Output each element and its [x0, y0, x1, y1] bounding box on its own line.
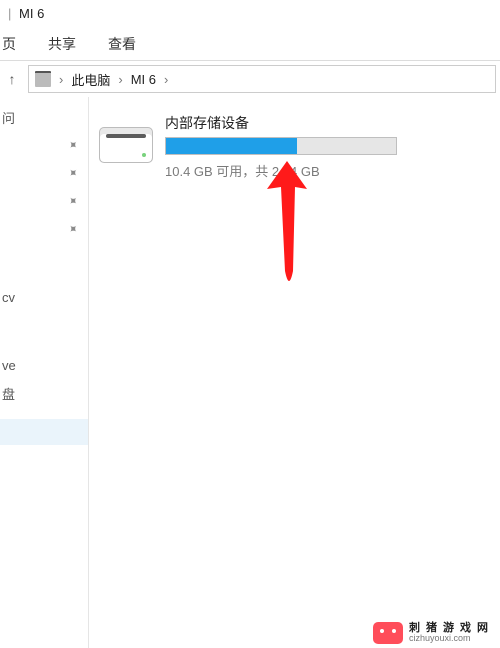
drive-icon [99, 127, 153, 163]
watermark-text: 刺猪游戏网 cizhuyouxi.com [409, 622, 494, 644]
drive-subtitle: 10.4 GB 可用，共 24.4 GB [165, 161, 397, 180]
drive-info: 内部存储设备 10.4 GB 可用，共 24.4 GB [165, 113, 397, 180]
chevron-right-icon: › [57, 72, 65, 87]
body: 问 ✦ ✦ ✦ ✦ cv ve 盘 内部存储设备 10.4 GB 可用，共 24… [0, 97, 500, 648]
sidebar-item[interactable]: ✦ [0, 159, 88, 187]
pin-icon: ✦ [64, 220, 81, 237]
ribbon-tab-view[interactable]: 查看 [106, 30, 138, 58]
content-pane: 内部存储设备 10.4 GB 可用，共 24.4 GB [89, 97, 500, 648]
annotation-arrow [267, 161, 307, 291]
breadcrumb-this-pc[interactable]: 此电脑 [71, 70, 110, 89]
sidebar-item[interactable]: ✦ [0, 131, 88, 159]
device-icon [35, 71, 51, 87]
sidebar-item[interactable]: ✦ [0, 215, 88, 243]
sidebar-item[interactable]: cv [0, 283, 88, 311]
title-separator: | [4, 6, 15, 21]
sidebar-item-label: ve [2, 358, 16, 373]
sidebar-item[interactable]: ✦ [0, 187, 88, 215]
watermark-logo-icon [373, 622, 403, 644]
drive-usage-bar [165, 137, 397, 155]
pin-icon: ✦ [64, 136, 81, 153]
sidebar-item-label: 问 [2, 108, 15, 127]
chevron-right-icon: › [162, 72, 170, 87]
sidebar-item[interactable]: 盘 [0, 379, 88, 407]
nav-up-button[interactable]: ↑ [4, 71, 20, 87]
drive-item[interactable]: 内部存储设备 10.4 GB 可用，共 24.4 GB [99, 113, 490, 180]
sidebar-item-label: 盘 [2, 384, 15, 403]
sidebar-item[interactable]: ve [0, 351, 88, 379]
left-nav: 问 ✦ ✦ ✦ ✦ cv ve 盘 [0, 97, 89, 648]
breadcrumb-device[interactable]: MI 6 [131, 72, 156, 87]
ribbon-tab-share[interactable]: 共享 [46, 30, 78, 58]
drive-name: 内部存储设备 [165, 113, 397, 133]
address-bar[interactable]: › 此电脑 › MI 6 › [28, 65, 496, 93]
watermark: 刺猪游戏网 cizhuyouxi.com [373, 622, 494, 644]
pin-icon: ✦ [64, 164, 81, 181]
sidebar-item-selected[interactable] [0, 419, 88, 445]
title-bar: | MI 6 [0, 0, 500, 28]
watermark-url: cizhuyouxi.com [409, 634, 494, 644]
chevron-right-icon: › [116, 72, 124, 87]
sidebar-item-label: cv [2, 290, 15, 305]
ribbon-tabs: 页 共享 查看 [0, 28, 500, 61]
drive-usage-fill [166, 138, 297, 154]
ribbon-tab-home[interactable]: 页 [0, 30, 18, 58]
window-title: MI 6 [19, 6, 44, 21]
address-row: ↑ › 此电脑 › MI 6 › [0, 61, 500, 97]
sidebar-item[interactable]: 问 [0, 103, 88, 131]
pin-icon: ✦ [64, 192, 81, 209]
